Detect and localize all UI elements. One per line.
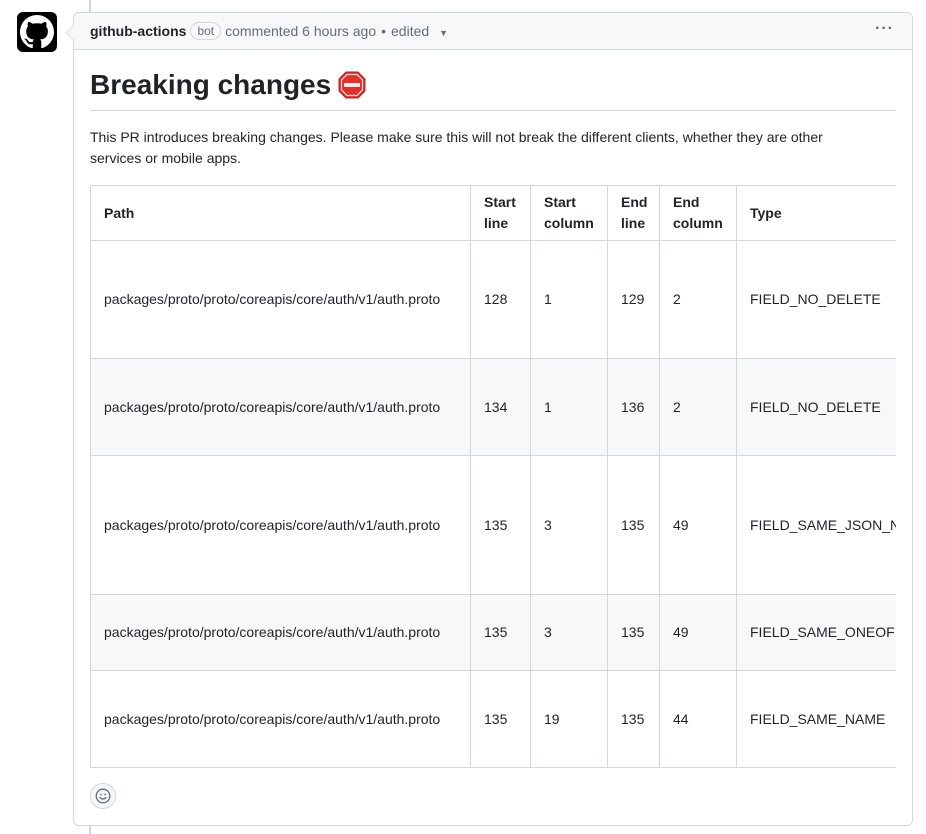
breaking-changes-table: Path Start line Start column End line En…	[90, 185, 896, 768]
cell-path: packages/proto/proto/coreapis/core/auth/…	[90, 358, 471, 456]
chevron-down-icon: ▼	[439, 28, 448, 38]
separator-dot: •	[381, 23, 387, 39]
cell-path: packages/proto/proto/coreapis/core/auth/…	[90, 455, 471, 595]
edited-dropdown[interactable]: edited ▼	[391, 23, 448, 39]
column-header-start-column: Start column	[530, 185, 608, 241]
cell-type: FIELD_SAME_ONEOF	[736, 594, 896, 671]
intro-paragraph: This PR introduces breaking changes. Ple…	[90, 129, 823, 166]
cell-start-column: 19	[530, 670, 608, 768]
cell-type: FIELD_SAME_JSON_N	[736, 455, 896, 595]
table-row: packages/proto/proto/coreapis/core/auth/…	[90, 670, 896, 768]
cell-start-column: 1	[530, 358, 608, 456]
cell-end-line: 129	[607, 240, 660, 359]
comment-box: github-actions bot commented 6 hours ago…	[66, 12, 913, 826]
stop-sign-icon	[338, 71, 366, 99]
comment-timestamp[interactable]: commented 6 hours ago	[225, 23, 376, 39]
cell-start-column: 1	[530, 240, 608, 359]
cell-start-line: 134	[470, 358, 531, 456]
cell-end-line: 135	[607, 455, 660, 595]
cell-end-column: 49	[659, 594, 737, 671]
more-options-icon[interactable]: ···	[875, 21, 894, 37]
column-header-type: Type	[736, 185, 896, 241]
cell-start-line: 135	[470, 455, 531, 595]
github-avatar-icon[interactable]	[17, 12, 57, 52]
table-row: packages/proto/proto/coreapis/core/auth/…	[90, 358, 896, 456]
cell-start-line: 135	[470, 670, 531, 768]
cell-end-line: 136	[607, 358, 660, 456]
comment-body: Breaking changes This PR introduces brea…	[74, 50, 912, 768]
column-header-end-line: End line	[607, 185, 660, 241]
table-row: packages/proto/proto/coreapis/core/auth/…	[90, 594, 896, 671]
cell-end-column: 2	[659, 240, 737, 359]
column-header-start-line: Start line	[470, 185, 531, 241]
table-scroll-container[interactable]: Path Start line Start column End line En…	[90, 185, 896, 768]
heading-text: Breaking changes	[90, 69, 332, 100]
edited-label: edited	[391, 23, 430, 39]
cell-start-column: 3	[530, 455, 608, 595]
table-header-row: Path Start line Start column End line En…	[90, 185, 896, 241]
add-reaction-button[interactable]	[90, 783, 116, 809]
cell-type: FIELD_SAME_NAME	[736, 670, 896, 768]
github-logo-icon	[20, 15, 54, 49]
author-link[interactable]: github-actions	[90, 23, 186, 39]
cell-end-line: 135	[607, 670, 660, 768]
cell-end-column: 2	[659, 358, 737, 456]
cell-start-line: 135	[470, 594, 531, 671]
cell-path: packages/proto/proto/coreapis/core/auth/…	[90, 594, 471, 671]
heading: Breaking changes	[90, 66, 896, 111]
cell-start-column: 3	[530, 594, 608, 671]
bot-badge: bot	[190, 22, 222, 40]
cell-path: packages/proto/proto/coreapis/core/auth/…	[90, 240, 471, 359]
cell-type: FIELD_NO_DELETE	[736, 240, 896, 359]
cell-end-column: 44	[659, 670, 737, 768]
column-header-path: Path	[90, 185, 471, 241]
cell-path: packages/proto/proto/coreapis/core/auth/…	[90, 670, 471, 768]
cell-end-line: 135	[607, 594, 660, 671]
cell-end-column: 49	[659, 455, 737, 595]
smiley-icon	[95, 788, 111, 804]
table-row: packages/proto/proto/coreapis/core/auth/…	[90, 240, 896, 359]
table-row: packages/proto/proto/coreapis/core/auth/…	[90, 455, 896, 595]
comment-header: github-actions bot commented 6 hours ago…	[74, 13, 912, 50]
cell-type: FIELD_NO_DELETE	[736, 358, 896, 456]
column-header-end-column: End column	[659, 185, 737, 241]
cell-start-line: 128	[470, 240, 531, 359]
